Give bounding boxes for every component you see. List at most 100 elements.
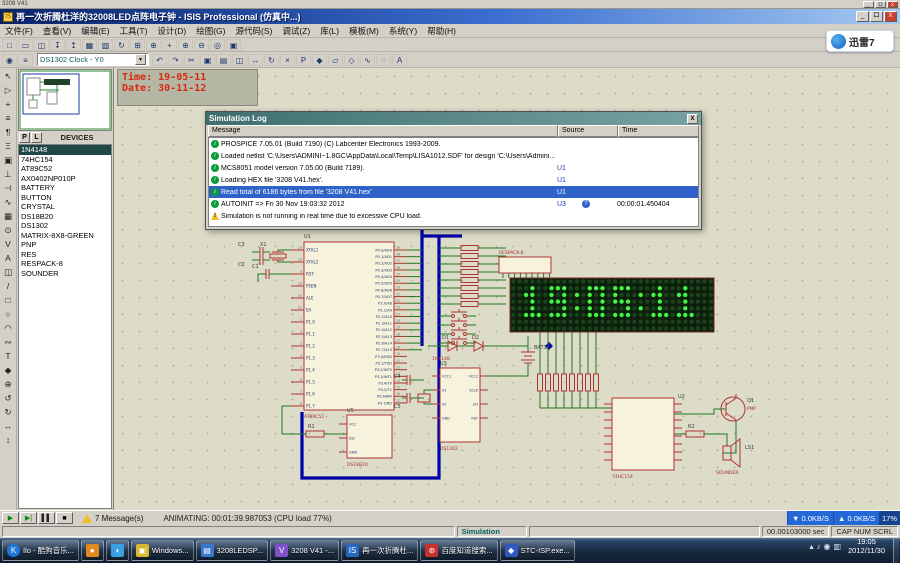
menu-item[interactable]: 编辑(E) [76, 24, 114, 38]
minimize-icon[interactable]: _ [863, 1, 874, 8]
component-x1-crystal[interactable]: X1 [260, 242, 286, 260]
zoom-in-icon[interactable]: ⊕ [178, 39, 193, 51]
log-list[interactable]: iPROSPICE 7.05.01 (Build 7190) (C) Labce… [208, 137, 699, 227]
component-r2-resistor[interactable]: R2 [686, 424, 704, 437]
play-button[interactable]: ▶ [2, 512, 19, 524]
tray-volume-icon[interactable]: ◉ [823, 542, 830, 551]
make-device-icon[interactable]: ◆ [312, 54, 327, 66]
network-speed-widget[interactable]: ▼0.0KB/S ▲0.0KB/S 17% [787, 511, 900, 525]
log-row[interactable]: iLoading HEX file '3208 V41.hex'.U1 [209, 174, 698, 186]
column-source[interactable]: Source [558, 125, 618, 137]
rotate-ccw-icon[interactable]: ↺ [1, 392, 15, 405]
grid-toggle-icon[interactable]: ⊞ [130, 39, 145, 51]
junction-dot-icon[interactable]: + [1, 98, 15, 111]
path-2d-icon[interactable]: ∾ [1, 336, 15, 349]
taskbar-button-3208ledsp[interactable]: ▤3208LEDSP... [196, 540, 269, 561]
menu-item[interactable]: 查看(V) [38, 24, 76, 38]
library-button[interactable]: L [31, 132, 42, 143]
stop-button[interactable]: ■ [56, 512, 73, 524]
overview-window[interactable] [18, 69, 112, 131]
close-icon[interactable]: X [887, 1, 898, 8]
pause-button[interactable]: ▌▌ [38, 512, 55, 524]
wire-autorouter-icon[interactable]: ∿ [360, 54, 375, 66]
taskbar-button-3208v41[interactable]: V3208 V41 -... [270, 540, 339, 561]
pick-device-button[interactable]: P [19, 132, 30, 143]
chevron-down-icon[interactable]: ▼ [135, 54, 146, 65]
tray-up-arrow-icon[interactable]: ▴ [809, 542, 813, 551]
terminal-icon[interactable]: ⊥ [1, 168, 15, 181]
minimize-icon[interactable]: _ [856, 11, 869, 22]
zoom-all-icon[interactable]: ◎ [210, 39, 225, 51]
show-desktop-button[interactable] [893, 538, 899, 563]
log-row[interactable]: iPROSPICE 7.05.01 (Build 7190) (C) Labce… [209, 138, 698, 150]
device-list-item[interactable]: DS1302 [19, 221, 111, 231]
zoom-out-icon[interactable]: ⊖ [194, 39, 209, 51]
component-d2-diode[interactable]: D2 [472, 335, 483, 351]
copy-icon[interactable]: ▣ [200, 54, 215, 66]
tray-clock[interactable]: 19:05 2012/11/30 [844, 538, 889, 555]
menu-item[interactable]: 工具(T) [115, 24, 153, 38]
paste-icon[interactable]: ▤ [216, 54, 231, 66]
column-time[interactable]: Time [618, 125, 699, 137]
component-tool-icon[interactable]: ▷ [1, 84, 15, 97]
print-icon[interactable]: ▦ [82, 39, 97, 51]
circle-2d-icon[interactable]: ○ [1, 308, 15, 321]
export-icon[interactable]: ↥ [66, 39, 81, 51]
step-button[interactable]: ▶| [20, 512, 37, 524]
current-probe-icon[interactable]: A [1, 252, 15, 265]
device-list-item[interactable]: 74HC154 [19, 155, 111, 165]
arc-2d-icon[interactable]: ◠ [1, 322, 15, 335]
component-u3-rtc[interactable]: U3 DS1302 VCC1X1X2GNDVCC2SCLKI/ORST [432, 361, 488, 452]
titlebar[interactable]: IS 再一次折腾杜洋的32008LED点阵电子钟 - ISIS Professi… [0, 9, 900, 24]
log-row[interactable]: iMCS8051 model version 7.05.00 (Build 71… [209, 162, 698, 174]
device-list-item[interactable]: 1N4148 [19, 145, 111, 155]
simulation-log-titlebar[interactable]: Simulation Log X [206, 112, 701, 125]
generator-icon[interactable]: ⊙ [1, 224, 15, 237]
device-list[interactable]: 1N414874HC154AT89C52AX0402NP010PBATTERYB… [18, 144, 112, 509]
line-2d-icon[interactable]: / [1, 280, 15, 293]
device-list-item[interactable]: CRYSTAL [19, 202, 111, 212]
menu-item[interactable]: 源代码(S) [231, 24, 278, 38]
background-window-titlebar[interactable]: 3208 V41 _ 口 X [0, 0, 900, 9]
menu-item[interactable]: 文件(F) [0, 24, 38, 38]
menu-item[interactable]: 模板(M) [344, 24, 384, 38]
voltage-probe-icon[interactable]: V [1, 238, 15, 251]
redo-icon[interactable]: ↷ [168, 54, 183, 66]
block-copy-icon[interactable]: ◫ [232, 54, 247, 66]
subcircuit-icon[interactable]: ▣ [1, 154, 15, 167]
taskbar-button-kugou[interactable]: KIlo - 酷狗音乐... [2, 540, 79, 561]
xunlei-badge[interactable]: 迅雷7 [826, 30, 894, 52]
mark-output-area-icon[interactable]: ▧ [98, 39, 113, 51]
tray-music-icon[interactable]: ♪ [816, 542, 820, 551]
device-list-item[interactable]: RESPACK-8 [19, 259, 111, 269]
component-u5-temp-sensor[interactable]: U5 DS18B20 VCCDQGND [339, 408, 392, 468]
box-2d-icon[interactable]: □ [1, 294, 15, 307]
taskbar-button-qq[interactable]: ◖ [106, 540, 129, 561]
device-list-item[interactable]: PNP [19, 240, 111, 250]
help-icon[interactable]: ? [582, 200, 590, 208]
taskbar-button-explorer[interactable]: ▣Windows... [131, 540, 194, 561]
device-pin-icon[interactable]: ⊣ [1, 182, 15, 195]
search-tag-icon[interactable]: ◌ [376, 54, 391, 66]
message-count[interactable]: 7 Message(s) [95, 514, 143, 523]
device-list-item[interactable]: SOUNDER [19, 269, 111, 279]
save-file-icon[interactable]: ◫ [34, 39, 49, 51]
log-row[interactable]: iAUTOINIT => Fri 30 Nov 19:03:32 2012U3?… [209, 198, 698, 210]
taskbar-button-stcisp[interactable]: ◆STC-ISP.exe... [500, 540, 575, 561]
log-row[interactable]: iRead total of 6186 bytes from file '320… [209, 186, 698, 198]
block-move-icon[interactable]: ↔ [248, 54, 263, 66]
maximize-icon[interactable]: 口 [875, 1, 886, 8]
component-c2-capacitor[interactable]: C2 [238, 255, 263, 268]
device-list-item[interactable]: MATRIX-8X8-GREEN [19, 231, 111, 241]
component-c1-capacitor[interactable]: C1 [252, 264, 269, 279]
close-icon[interactable]: X [687, 114, 698, 124]
component-rp1-respack[interactable]: RESPACK-8 [499, 250, 551, 273]
device-list-item[interactable]: AT89C52 [19, 164, 111, 174]
instant-edit-icon[interactable]: ◉ [2, 54, 17, 66]
log-row[interactable]: !Simulation is not running in real time … [209, 210, 698, 222]
block-rotate-icon[interactable]: ↻ [264, 54, 279, 66]
rotate-cw-icon[interactable]: ↻ [1, 406, 15, 419]
tape-recorder-icon[interactable]: ▦ [1, 210, 15, 223]
column-message[interactable]: Message [208, 125, 558, 137]
menu-item[interactable]: 调试(Z) [277, 24, 315, 38]
